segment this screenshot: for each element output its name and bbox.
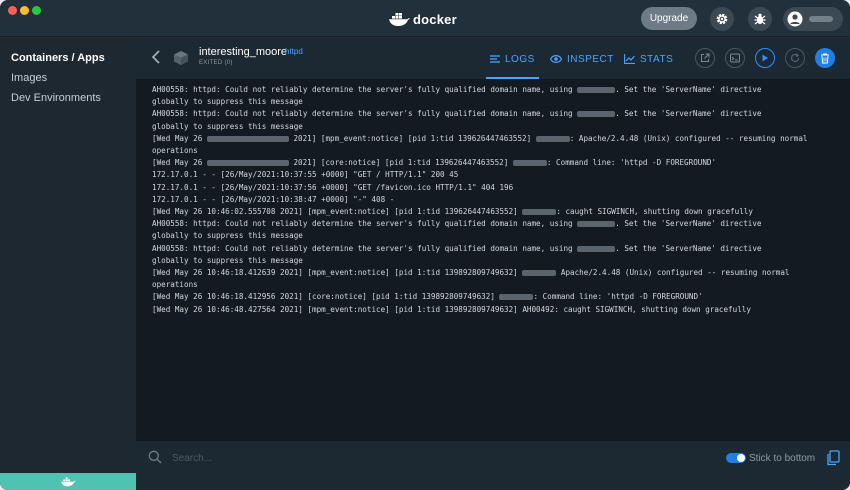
tab-inspect-label: INSPECT	[567, 53, 614, 65]
brand-name: docker	[413, 11, 457, 27]
docker-logo: docker	[388, 9, 457, 29]
container-box-icon	[174, 51, 188, 65]
container-header: interesting_moore httpd EXITED (0) LOGS …	[136, 38, 850, 79]
log-footer: Stick to bottom	[136, 441, 850, 490]
delete-button[interactable]	[815, 48, 835, 68]
eye-icon	[550, 55, 562, 63]
redacted-text	[522, 270, 557, 277]
stick-to-bottom-label: Stick to bottom	[749, 453, 816, 464]
log-line: operations	[152, 146, 198, 156]
external-link-icon	[701, 53, 710, 62]
log-line: [Wed May 26 10:46:48.427564 2021] [mpm_e…	[152, 304, 751, 314]
redacted-text	[577, 87, 616, 93]
log-line: globally to suppress this message	[152, 231, 303, 241]
redacted-text	[535, 135, 570, 142]
redacted-text	[512, 160, 547, 167]
tab-logs[interactable]: LOGS	[486, 49, 539, 79]
play-icon	[762, 54, 768, 62]
log-line: AH00558: httpd: Could not reliably deter…	[152, 85, 762, 94]
redacted-text	[577, 245, 616, 252]
log-line: [Wed May 26 2021] [core:notice] [pid 1:t…	[152, 158, 717, 168]
redacted-text	[577, 111, 616, 118]
close-window-button[interactable]	[8, 6, 17, 15]
restart-button[interactable]	[785, 48, 805, 68]
log-search-input[interactable]	[172, 448, 472, 468]
sidebar: Containers / Apps Images Dev Environment…	[0, 38, 136, 490]
log-line: 172.17.0.1 - - [26/May/2021:10:37:55 +00…	[152, 170, 459, 180]
user-avatar-icon	[787, 11, 803, 27]
troubleshoot-button[interactable]	[748, 7, 772, 31]
list-icon	[490, 55, 500, 63]
container-image-link[interactable]: httpd	[285, 47, 303, 56]
tab-inspect[interactable]: INSPECT	[550, 49, 614, 69]
engine-status-bar[interactable]	[0, 473, 136, 490]
toggle-knob	[737, 454, 745, 462]
log-line: 172.17.0.1 - - [26/May/2021:10:37:56 +00…	[152, 182, 514, 192]
gear-icon	[716, 13, 728, 25]
upgrade-button[interactable]: Upgrade	[641, 7, 697, 30]
maximize-window-button[interactable]	[32, 6, 41, 15]
tab-stats[interactable]: STATS	[624, 49, 673, 69]
log-line: [Wed May 26 10:46:18.412956 2021] [core:…	[152, 292, 703, 302]
log-line: [Wed May 26 2021] [mpm_event:notice] [pi…	[152, 133, 808, 143]
docker-desktop-window: docker Upgrade Containers / Apps Images …	[0, 0, 850, 490]
sidebar-item-images[interactable]: Images	[11, 72, 47, 84]
log-line: globally to suppress this message	[152, 255, 303, 265]
log-line: 172.17.0.1 - - [26/May/2021:10:38:47 +00…	[152, 194, 395, 204]
main-panel: interesting_moore httpd EXITED (0) LOGS …	[136, 38, 850, 490]
redacted-text	[577, 221, 616, 228]
docker-whale-icon	[61, 477, 76, 487]
log-line: AH00558: httpd: Could not reliably deter…	[152, 219, 762, 229]
redacted-text	[206, 135, 289, 142]
chart-icon	[624, 54, 635, 64]
log-line: globally to suppress this message	[152, 121, 303, 131]
stick-to-bottom-toggle[interactable]	[726, 453, 746, 463]
search-icon	[148, 450, 162, 464]
log-line: AH00558: httpd: Could not reliably deter…	[152, 243, 762, 253]
log-line: operations	[152, 280, 198, 290]
trash-icon	[821, 53, 829, 63]
sidebar-item-dev-environments[interactable]: Dev Environments	[11, 92, 101, 104]
back-arrow-icon[interactable]	[150, 50, 162, 64]
tab-logs-label: LOGS	[505, 53, 535, 65]
bug-icon	[754, 13, 766, 25]
log-line: [Wed May 26 10:46:02.555708 2021] [mpm_e…	[152, 207, 753, 217]
container-name: interesting_moore	[199, 46, 288, 58]
title-bar: docker Upgrade	[0, 0, 850, 37]
terminal-icon	[730, 53, 740, 63]
copy-icon[interactable]	[826, 450, 840, 466]
restart-icon	[791, 53, 800, 63]
open-in-browser-button[interactable]	[695, 48, 715, 68]
log-line: [Wed May 26 10:46:18.412639 2021] [mpm_e…	[152, 268, 790, 278]
tab-stats-label: STATS	[640, 53, 674, 65]
settings-button[interactable]	[710, 7, 734, 31]
username-redacted	[809, 16, 833, 22]
account-button[interactable]	[783, 7, 843, 31]
redacted-text	[206, 160, 289, 167]
container-status: EXITED (0)	[199, 60, 233, 66]
log-line: AH00558: httpd: Could not reliably deter…	[152, 109, 762, 119]
redacted-text	[499, 294, 534, 301]
log-line: globally to suppress this message	[152, 97, 303, 107]
log-output[interactable]: AH00558: httpd: Could not reliably deter…	[136, 79, 850, 441]
redacted-text	[522, 209, 557, 216]
cli-button[interactable]	[725, 48, 745, 68]
docker-whale-icon	[389, 13, 410, 26]
minimize-window-button[interactable]	[20, 6, 29, 15]
sidebar-item-containers-apps[interactable]: Containers / Apps	[11, 52, 105, 64]
start-button[interactable]	[755, 48, 775, 68]
